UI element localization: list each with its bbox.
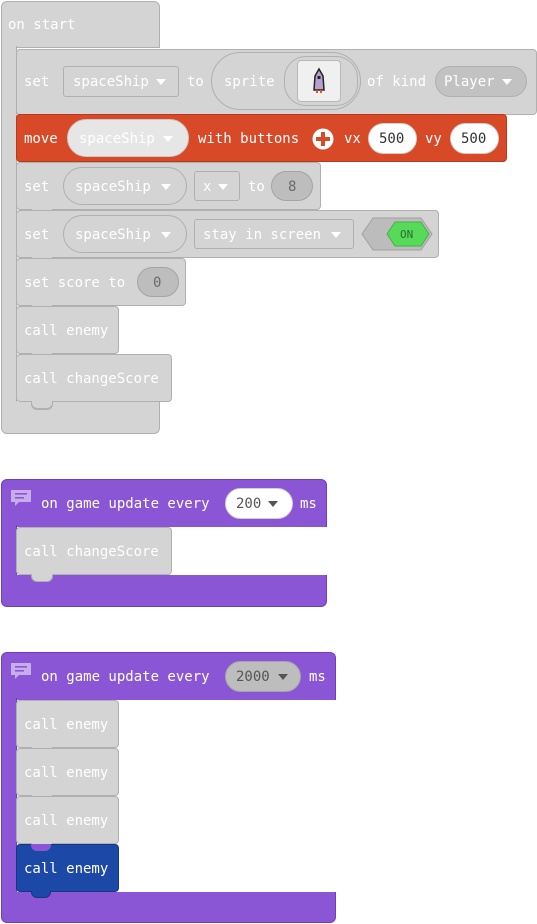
on-start-spine (1, 46, 17, 408)
variable-name: spaceShip (75, 227, 151, 243)
dropdown-caret-icon (278, 674, 288, 680)
vy-label: vy (425, 131, 442, 147)
move-keyword: move (24, 131, 58, 147)
to-keyword: to (187, 74, 204, 90)
game-update-foot (1, 892, 336, 923)
comment-icon[interactable] (10, 662, 32, 680)
with-buttons-keyword: with buttons (198, 131, 300, 147)
call-changescore-label: call changeScore (24, 544, 159, 560)
interval-value: 200 (236, 496, 262, 512)
block-notch (31, 401, 53, 409)
dropdown-caret-icon (268, 501, 278, 507)
game-update-label: on game update every (41, 496, 210, 512)
call-enemy-label: call enemy (24, 323, 109, 339)
comment-icon[interactable] (10, 489, 32, 507)
x-value: 8 (288, 179, 297, 195)
on-off-toggle[interactable] (361, 217, 433, 251)
score-value: 0 (153, 275, 162, 291)
block-notch (31, 574, 53, 582)
move-variable-name: spaceShip (79, 131, 155, 147)
call-enemy-label: call enemy (24, 861, 109, 877)
game-update-label: on game update every (41, 669, 210, 685)
vx-label: vx (344, 131, 361, 147)
dropdown-caret-icon (156, 79, 166, 85)
dropdown-caret-icon (161, 184, 171, 190)
vy-value: 500 (461, 131, 487, 147)
dropdown-caret-icon (502, 79, 512, 85)
variable-name: spaceShip (75, 179, 151, 195)
ms-label: ms (300, 496, 317, 512)
toggle-label: ON (400, 228, 414, 241)
of-kind-keyword: of kind (367, 74, 427, 90)
variable-name: spaceShip (73, 74, 149, 90)
set-keyword: set (24, 227, 50, 243)
block-notch (31, 891, 51, 898)
sprite-keyword: sprite (224, 74, 275, 90)
on-start-foot (1, 402, 160, 434)
on-start-label: on start (8, 17, 76, 33)
call-enemy-label: call enemy (24, 717, 109, 733)
to-keyword: to (248, 179, 265, 195)
call-enemy-label: call enemy (24, 765, 109, 781)
sprite-ship-icon (313, 67, 325, 93)
dropdown-caret-icon (163, 136, 173, 142)
vx-value: 500 (379, 131, 405, 147)
dropdown-caret-icon (161, 232, 171, 238)
dropdown-caret-icon (218, 184, 228, 190)
ms-label: ms (309, 669, 326, 685)
kind-value: Player (444, 74, 495, 90)
set-keyword: set (24, 74, 50, 90)
call-enemy-label: call enemy (24, 813, 109, 829)
set-score-label: set score to (24, 275, 126, 291)
property-name: x (203, 179, 212, 195)
property-dropdown-x[interactable] (194, 171, 240, 201)
property-name: stay in screen (203, 227, 322, 243)
set-keyword: set (24, 179, 50, 195)
game-update-spine (1, 698, 17, 894)
dropdown-caret-icon (331, 232, 341, 238)
add-circle-icon[interactable] (311, 127, 335, 151)
call-changescore-label: call changeScore (24, 371, 159, 387)
block-notch (31, 844, 51, 851)
game-update-spine (1, 525, 17, 577)
interval-value: 2000 (236, 669, 270, 685)
